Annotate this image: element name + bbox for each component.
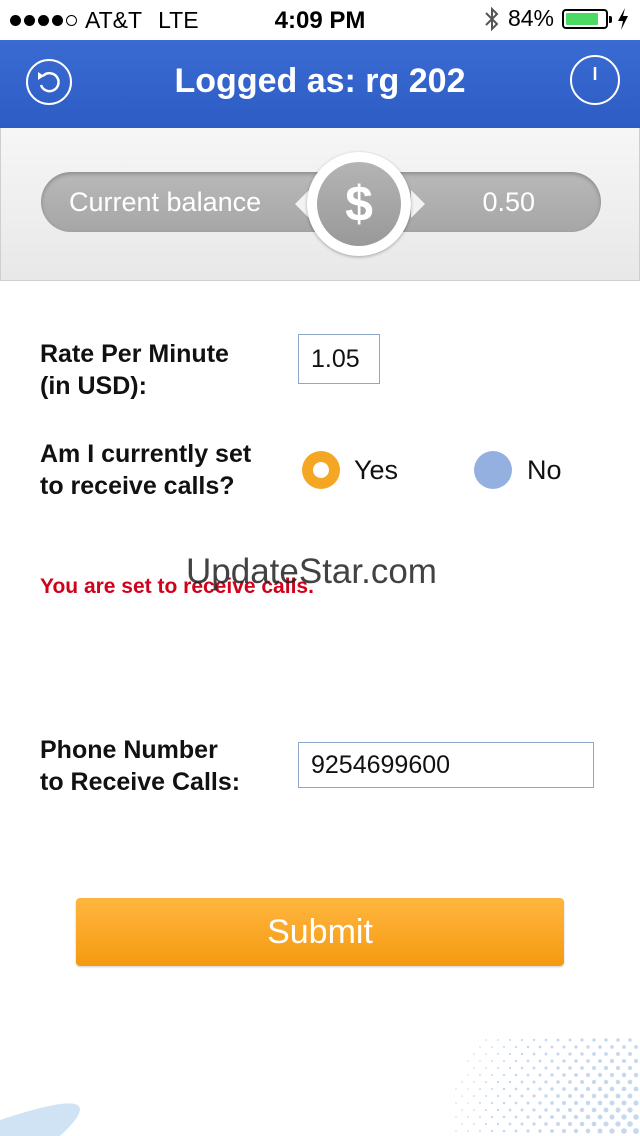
- battery-icon: [562, 8, 612, 29]
- phone-number-field[interactable]: 9254699600: [298, 742, 594, 788]
- receive-label-line2: to receive calls?: [40, 472, 235, 500]
- status-right: 84%: [484, 5, 630, 32]
- phone-label: Phone Number to Receive Calls:: [40, 734, 240, 798]
- receive-label-line1: Am I currently set: [40, 440, 252, 468]
- no-label[interactable]: No: [527, 455, 562, 486]
- charging-icon: [618, 7, 628, 30]
- battery-percent: 84%: [507, 5, 554, 31]
- app-header: Logged as: rg 202: [0, 40, 640, 128]
- receive-calls-label: Am I currently set to receive calls?: [40, 438, 251, 502]
- arrow-right-icon: [411, 190, 425, 218]
- rate-field[interactable]: 1.05: [298, 334, 380, 384]
- power-icon: [593, 67, 597, 80]
- logout-button[interactable]: [570, 55, 620, 105]
- submit-button[interactable]: Submit: [76, 898, 564, 966]
- status-bar: AT&T LTE 4:09 PM 84%: [0, 0, 640, 40]
- dollar-icon: $: [317, 162, 401, 246]
- phone-label-line2: to Receive Calls:: [40, 768, 241, 796]
- balance-label: Current balance: [69, 187, 262, 217]
- watermark: UpdateStar.com: [186, 552, 437, 591]
- no-radio[interactable]: [474, 451, 512, 489]
- rate-label-line1: Rate Per Minute: [40, 340, 229, 368]
- decorative-swoosh: [0, 1038, 639, 1136]
- balance-value: 0.50: [482, 187, 535, 217]
- yes-radio[interactable]: [302, 451, 340, 489]
- balance-panel: Current balance 0.50 $: [0, 128, 640, 281]
- rate-label: Rate Per Minute (in USD):: [40, 338, 229, 402]
- yes-label[interactable]: Yes: [354, 455, 398, 486]
- dollar-badge: $: [307, 152, 411, 256]
- page-title: Logged as: rg 202: [174, 62, 466, 100]
- rate-label-line2: (in USD):: [40, 372, 147, 400]
- phone-label-line1: Phone Number: [40, 736, 218, 764]
- bluetooth-icon: [485, 6, 499, 31]
